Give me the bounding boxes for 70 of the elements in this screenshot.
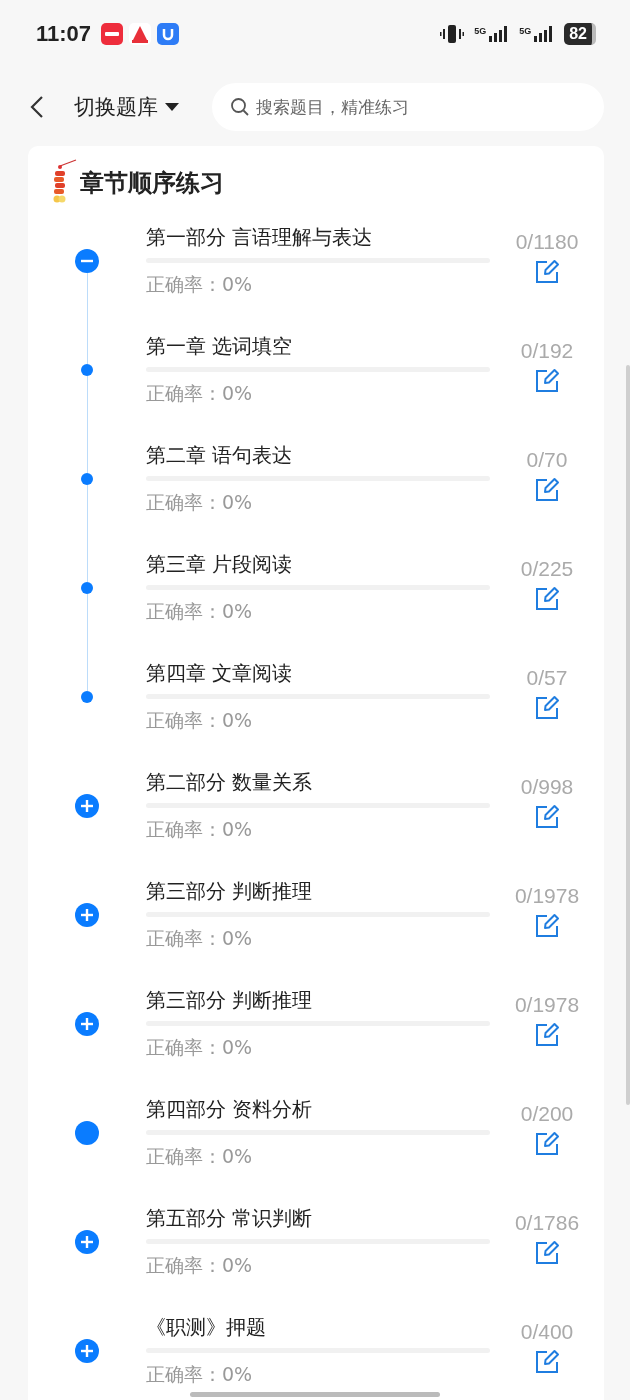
- vibrate-icon: [440, 24, 465, 44]
- accuracy-text: 正确率：0%: [146, 817, 254, 842]
- app-notification-icon: [157, 23, 180, 45]
- edit-icon[interactable]: [534, 1349, 560, 1375]
- battery-indicator: 82: [564, 23, 596, 45]
- accuracy-text: 正确率：0%: [146, 381, 254, 406]
- edit-icon[interactable]: [534, 804, 560, 830]
- question-count: 0/1978: [514, 883, 580, 909]
- chapter-title[interactable]: 第三部分 判断推理: [146, 985, 490, 1015]
- expand-icon[interactable]: [75, 1230, 99, 1254]
- question-count: 0/225: [520, 556, 574, 582]
- chapter-title[interactable]: 第三章 片段阅读: [146, 549, 490, 579]
- collapse-icon[interactable]: [75, 249, 99, 273]
- chapter-title[interactable]: 第一部分 言语理解与表达: [146, 222, 490, 252]
- accuracy-text: 正确率：0%: [146, 1253, 254, 1278]
- caret-icon: [164, 102, 180, 112]
- edit-icon[interactable]: [534, 586, 560, 612]
- chapter-title[interactable]: 第四章 文章阅读: [146, 658, 490, 688]
- expand-icon[interactable]: [75, 794, 99, 818]
- edit-icon[interactable]: [534, 913, 560, 939]
- question-count: 0/1180: [515, 229, 579, 255]
- accuracy-text: 正确率：0%: [146, 272, 254, 297]
- edit-icon[interactable]: [534, 368, 560, 394]
- dot-icon: [81, 582, 93, 594]
- accuracy-text: 正确率：0%: [146, 1362, 254, 1387]
- question-count: 0/192: [520, 338, 574, 364]
- dot-icon: [81, 473, 93, 485]
- chapter-title[interactable]: 第三部分 判断推理: [146, 876, 490, 906]
- chapter-title[interactable]: 《职测》押题: [146, 1312, 490, 1342]
- accuracy-text: 正确率：0%: [146, 926, 254, 951]
- accuracy-text: 正确率：0%: [146, 1144, 254, 1169]
- question-count: 0/400: [520, 1319, 574, 1345]
- app-notification-icon: [101, 23, 124, 45]
- accuracy-text: 正确率：0%: [146, 1035, 254, 1060]
- network-type-label: 5G: [519, 26, 532, 36]
- clock-time: 11:07: [36, 21, 92, 47]
- expand-icon[interactable]: [75, 1012, 99, 1036]
- chapter-title[interactable]: 第四部分 资料分析: [146, 1094, 490, 1124]
- question-count: 0/57: [526, 665, 568, 691]
- bank-switch-dropdown[interactable]: 切换题库: [74, 93, 180, 121]
- dot-icon: [81, 691, 93, 703]
- chapter-title[interactable]: 第二部分 数量关系: [146, 767, 490, 797]
- edit-icon[interactable]: [534, 1022, 560, 1048]
- accuracy-text: 正确率：0%: [146, 708, 254, 733]
- app-notification-icon: [129, 23, 152, 45]
- expand-icon[interactable]: [75, 1339, 99, 1363]
- signal-icon: [487, 26, 510, 42]
- question-count: 0/70: [526, 447, 568, 473]
- edit-icon[interactable]: [534, 1131, 560, 1157]
- chapter-title[interactable]: 第一章 选词填空: [146, 331, 490, 361]
- chapter-title[interactable]: 第五部分 常识判断: [146, 1203, 490, 1233]
- section-title: 章节顺序练习: [80, 167, 224, 199]
- edit-icon[interactable]: [534, 695, 560, 721]
- expand-icon[interactable]: [75, 903, 99, 927]
- accuracy-text: 正确率：0%: [146, 490, 254, 515]
- question-count: 0/1786: [514, 1210, 580, 1236]
- signal-icon: [532, 26, 555, 42]
- question-count: 0/1978: [514, 992, 580, 1018]
- question-count: 0/200: [520, 1101, 574, 1127]
- chapter-title[interactable]: 第二章 语句表达: [146, 440, 490, 470]
- network-type-label: 5G: [474, 26, 487, 36]
- edit-icon[interactable]: [534, 477, 560, 503]
- dot-icon: [75, 1121, 99, 1145]
- edit-icon[interactable]: [534, 259, 560, 285]
- dot-icon: [81, 364, 93, 376]
- accuracy-text: 正确率：0%: [146, 599, 254, 624]
- question-count: 0/998: [520, 774, 574, 800]
- edit-icon[interactable]: [534, 1240, 560, 1266]
- search-field[interactable]: 搜索题目，精准练习: [212, 83, 604, 131]
- scrollbar[interactable]: [626, 365, 630, 1105]
